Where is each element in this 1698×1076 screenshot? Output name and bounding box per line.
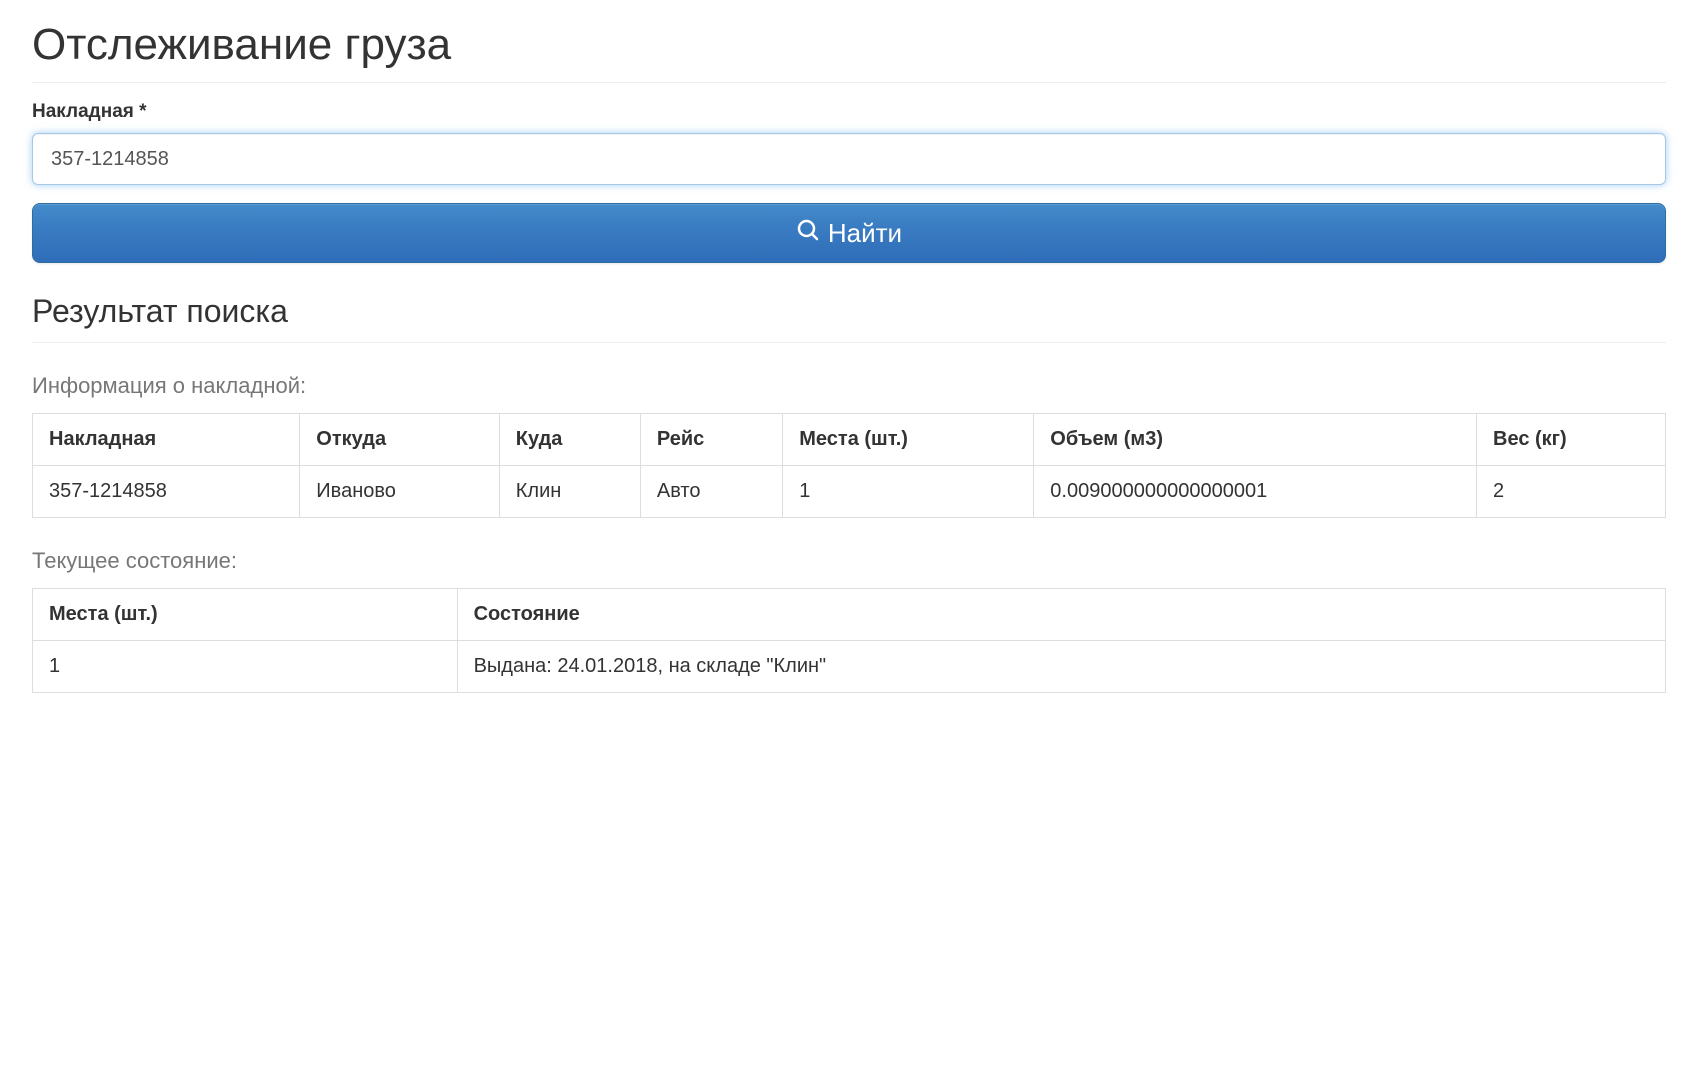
status-th-state: Состояние: [457, 589, 1665, 641]
info-th-weight: Вес (кг): [1477, 414, 1666, 466]
info-th-waybill: Накладная: [33, 414, 300, 466]
waybill-label: Накладная *: [32, 101, 1666, 123]
info-th-volume: Объем (м3): [1034, 414, 1477, 466]
search-button[interactable]: Найти: [32, 203, 1666, 263]
status-table-header-row: Места (шт.) Состояние: [33, 589, 1666, 641]
info-th-from: Откуда: [300, 414, 499, 466]
status-td-places: 1: [33, 641, 458, 693]
info-table-row: 357-1214858 Иваново Клин Авто 1 0.009000…: [33, 466, 1666, 518]
waybill-form-group: Накладная *: [32, 101, 1666, 185]
info-td-volume: 0.009000000000000001: [1034, 466, 1477, 518]
info-td-weight: 2: [1477, 466, 1666, 518]
info-td-trip: Авто: [640, 466, 782, 518]
info-td-from: Иваново: [300, 466, 499, 518]
status-table: Места (шт.) Состояние 1 Выдана: 24.01.20…: [32, 588, 1666, 693]
info-heading: Информация о накладной:: [32, 373, 1666, 399]
info-td-places: 1: [783, 466, 1034, 518]
waybill-input[interactable]: [32, 133, 1666, 185]
search-icon: [796, 218, 828, 249]
results-heading: Результат поиска: [32, 293, 1666, 343]
info-th-trip: Рейс: [640, 414, 782, 466]
info-td-to: Клин: [499, 466, 640, 518]
search-button-label: Найти: [828, 218, 902, 249]
page-title: Отслеживание груза: [32, 20, 1666, 83]
info-td-waybill: 357-1214858: [33, 466, 300, 518]
info-th-places: Места (шт.): [783, 414, 1034, 466]
info-table: Накладная Откуда Куда Рейс Места (шт.) О…: [32, 413, 1666, 518]
info-table-header-row: Накладная Откуда Куда Рейс Места (шт.) О…: [33, 414, 1666, 466]
info-th-to: Куда: [499, 414, 640, 466]
status-td-state: Выдана: 24.01.2018, на складе "Клин": [457, 641, 1665, 693]
status-th-places: Места (шт.): [33, 589, 458, 641]
status-table-row: 1 Выдана: 24.01.2018, на складе "Клин": [33, 641, 1666, 693]
status-heading: Текущее состояние:: [32, 548, 1666, 574]
